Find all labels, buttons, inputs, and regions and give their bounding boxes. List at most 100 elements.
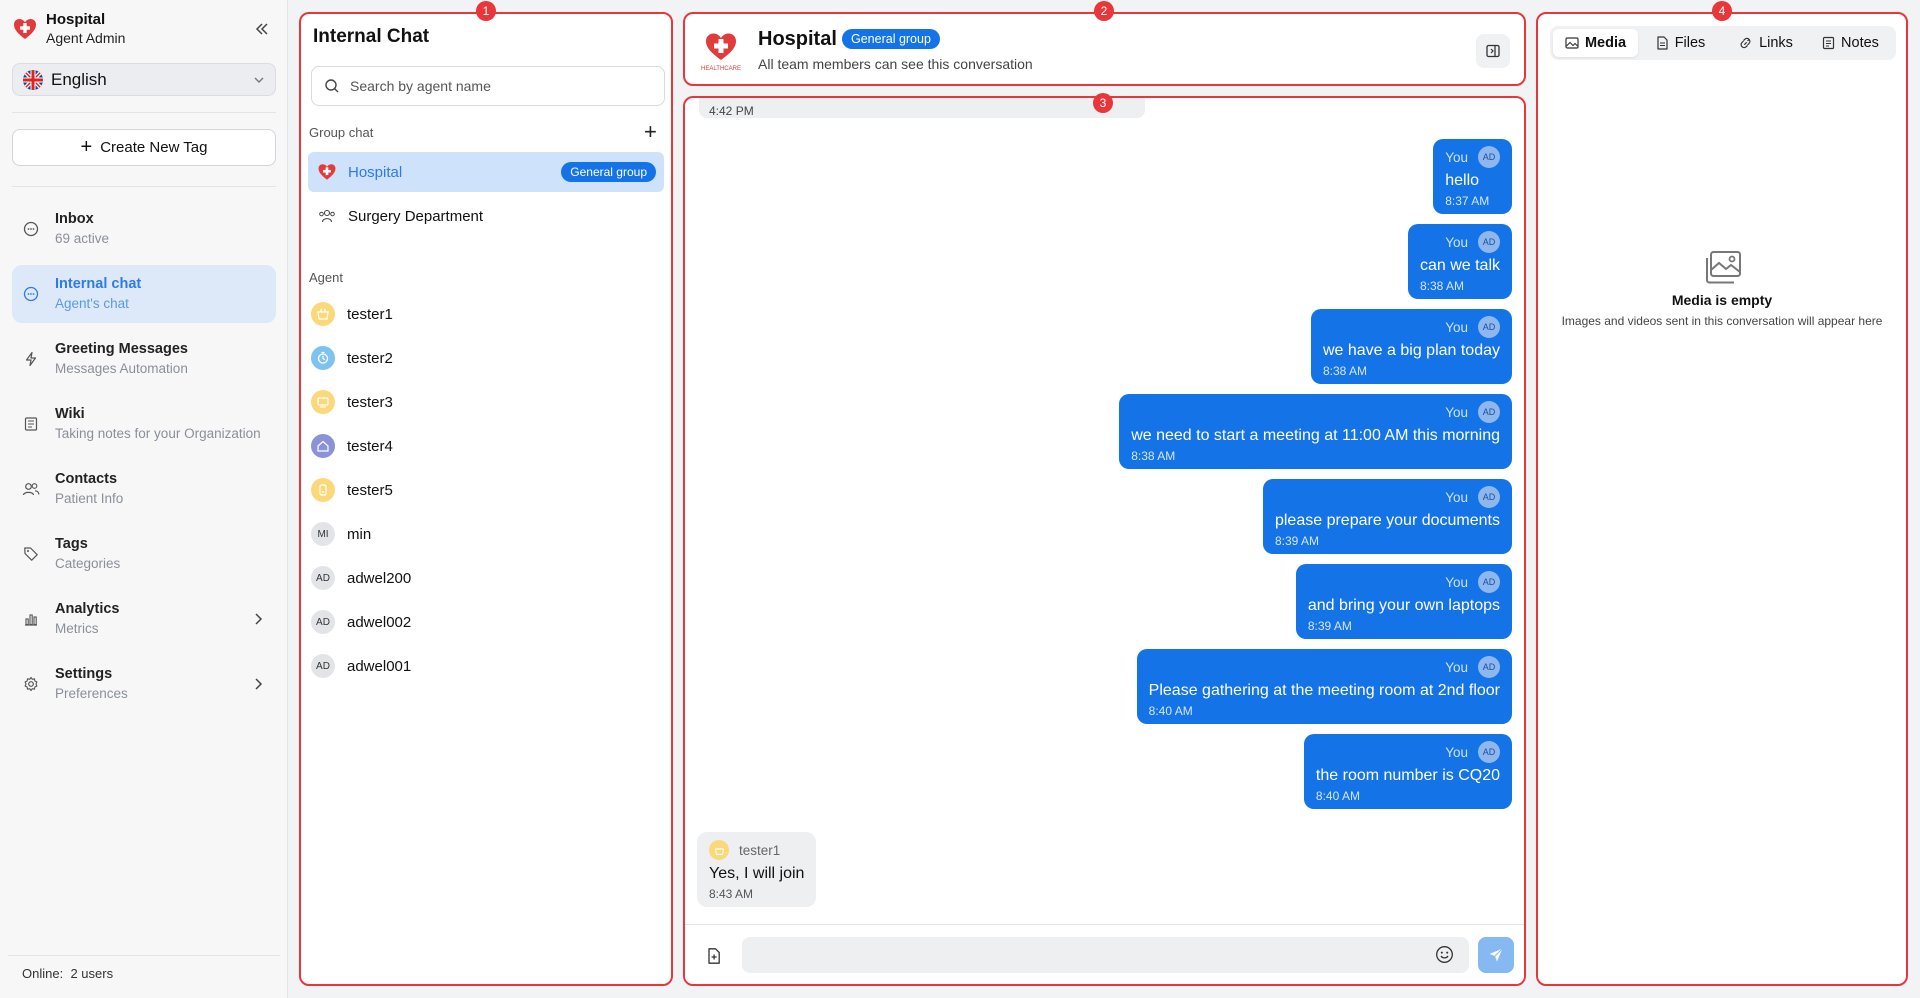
tab-media[interactable]: Media <box>1553 29 1638 57</box>
avatar: AD <box>1478 146 1500 168</box>
agent-item-tester1[interactable]: tester1 <box>309 296 665 332</box>
nav-subtitle: Messages Automation <box>55 361 188 376</box>
create-new-tag-button[interactable]: + Create New Tag <box>12 129 276 166</box>
sidebar: Hospital Agent Admin English + Create Ne… <box>0 0 288 998</box>
empty-state-title: Media is empty <box>1671 292 1773 308</box>
avatar: AD <box>1478 486 1500 508</box>
agent-item-min[interactable]: MI min <box>309 516 665 552</box>
chat-bubble-icon <box>21 284 41 304</box>
nav-item-contacts[interactable]: Contacts Patient Info <box>12 460 276 518</box>
message-time: 8:43 AM <box>709 887 754 901</box>
message-text: we have a big plan today <box>1322 342 1500 359</box>
group-item-surgery-department[interactable]: Surgery Department <box>308 196 664 236</box>
agent-name: tester1 <box>347 305 393 323</box>
tab-links[interactable]: Links <box>1723 29 1808 57</box>
nav-subtitle: 69 active <box>55 231 110 246</box>
hospital-logo-icon <box>14 19 36 39</box>
collapse-sidebar-button[interactable] <box>249 16 275 42</box>
sender-name: You <box>1445 659 1468 675</box>
nav-item-wiki[interactable]: Wiki Taking notes for your Organization <box>12 395 276 453</box>
general-group-badge: General group <box>561 162 656 182</box>
message-text: Please gathering at the meeting room at … <box>1148 682 1500 699</box>
agent-item-tester5[interactable]: tester5 <box>309 472 665 508</box>
nav-title: Settings <box>55 666 113 682</box>
add-group-button[interactable]: + <box>644 121 657 143</box>
message-time: 8:40 AM <box>1315 789 1360 803</box>
avatar: AD <box>311 654 335 678</box>
nav-item-settings[interactable]: Settings Preferences <box>12 655 276 713</box>
nav-item-tags[interactable]: Tags Categories <box>12 525 276 583</box>
tab-label: Links <box>1759 35 1793 51</box>
create-tag-label: Create New Tag <box>100 139 208 156</box>
avatar: AD <box>311 610 335 634</box>
brand-name: Hospital <box>46 11 106 28</box>
outgoing-message: You AD Please gathering at the meeting ro… <box>1136 649 1512 724</box>
attach-file-button[interactable] <box>705 947 723 970</box>
agent-name: min <box>347 525 372 543</box>
tab-notes[interactable]: Notes <box>1808 29 1893 57</box>
avatar <box>709 840 729 860</box>
avatar <box>311 434 335 458</box>
nav-item-analytics[interactable]: Analytics Metrics <box>12 590 276 648</box>
online-count: 2 users <box>70 966 114 981</box>
image-icon <box>1565 37 1579 49</box>
agent-item-adwel002[interactable]: AD adwel002 <box>309 604 665 640</box>
outgoing-message: You AD can we talk 8:38 AM <box>1407 224 1512 299</box>
annotation-badge: 1 <box>476 1 496 21</box>
users-icon <box>21 479 41 499</box>
plus-icon: + <box>80 136 93 158</box>
agent-item-adwel001[interactable]: AD adwel001 <box>309 648 665 684</box>
message-time: 8:39 AM <box>1307 619 1352 633</box>
sender-name: You <box>1445 744 1468 760</box>
agent-name: tester2 <box>347 349 393 367</box>
previous-message-time: 4:42 PM <box>699 98 1145 118</box>
brand-role: Agent Admin <box>46 30 126 46</box>
tab-files[interactable]: Files <box>1638 29 1723 57</box>
media-tabs: Media Files Links Notes <box>1550 26 1896 60</box>
send-button[interactable] <box>1478 937 1514 973</box>
sidebar-toggle-icon <box>1486 44 1500 58</box>
nav-item-greeting-messages[interactable]: Greeting Messages Messages Automation <box>12 330 276 388</box>
media-panel: Media Files Links Notes Media is empty I… <box>1536 12 1908 986</box>
nav-subtitle: Categories <box>55 556 121 571</box>
hospital-logo-icon: HEALTHCARE <box>701 33 741 72</box>
avatar <box>311 346 335 370</box>
search-box[interactable] <box>311 66 665 106</box>
nav-title: Internal chat <box>55 276 142 292</box>
message-text: Yes, I will join <box>709 865 805 882</box>
sender-name: You <box>1445 319 1468 335</box>
chevron-right-icon <box>255 678 263 690</box>
group-item-hospital[interactable]: Hospital General group <box>308 152 664 192</box>
hospital-logo-icon <box>316 161 338 183</box>
language-select[interactable]: English <box>12 63 276 96</box>
agent-name: adwel200 <box>347 569 412 587</box>
message-text: please prepare your documents <box>1274 512 1500 529</box>
nav-item-internal-chat[interactable]: Internal chat Agent's chat <box>12 265 276 323</box>
nav-subtitle: Patient Info <box>55 491 124 506</box>
avatar <box>311 478 335 502</box>
agent-item-adwel200[interactable]: AD adwel200 <box>309 560 665 596</box>
agent-item-tester2[interactable]: tester2 <box>309 340 665 376</box>
online-status: Online: 2 users <box>22 966 113 981</box>
agent-item-tester3[interactable]: tester3 <box>309 384 665 420</box>
sender-name: You <box>1445 574 1468 590</box>
nav-title: Greeting Messages <box>55 341 188 357</box>
conversation-title: Hospital <box>758 28 837 50</box>
avatar <box>311 390 335 414</box>
group-name: Surgery Department <box>348 207 484 225</box>
annotation-badge: 4 <box>1712 1 1732 21</box>
link-icon <box>1740 37 1751 49</box>
agent-item-tester4[interactable]: tester4 <box>309 428 665 464</box>
nav-subtitle: Preferences <box>55 686 128 701</box>
agent-name: tester3 <box>347 393 393 411</box>
emoji-button[interactable] <box>1435 945 1454 969</box>
toggle-details-panel-button[interactable] <box>1476 34 1510 68</box>
nav-item-inbox[interactable]: Inbox 69 active <box>12 200 276 258</box>
message-composer <box>685 924 1524 984</box>
sender-name: You <box>1445 149 1468 165</box>
nav-subtitle: Agent's chat <box>55 296 129 311</box>
search-input[interactable] <box>350 78 652 94</box>
nav-title: Wiki <box>55 406 85 422</box>
nav-subtitle: Metrics <box>55 621 99 636</box>
message-input[interactable] <box>742 937 1469 973</box>
